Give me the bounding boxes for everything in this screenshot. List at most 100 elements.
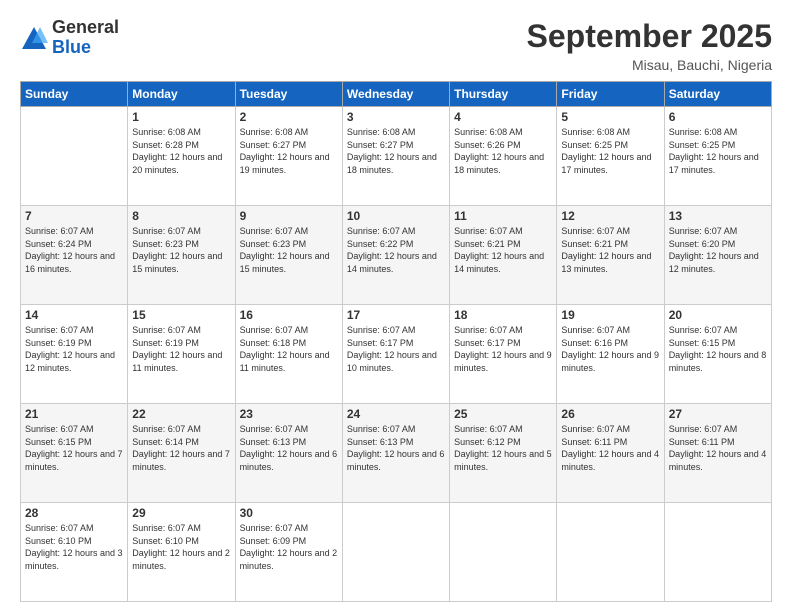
day-info: Sunrise: 6:07 AMSunset: 6:23 PMDaylight:… [240, 225, 338, 275]
table-row: 8 Sunrise: 6:07 AMSunset: 6:23 PMDayligh… [128, 206, 235, 305]
table-row: 26 Sunrise: 6:07 AMSunset: 6:11 PMDaylig… [557, 404, 664, 503]
day-number: 22 [132, 407, 230, 421]
day-number: 2 [240, 110, 338, 124]
table-row: 25 Sunrise: 6:07 AMSunset: 6:12 PMDaylig… [450, 404, 557, 503]
title-block: September 2025 Misau, Bauchi, Nigeria [527, 18, 772, 73]
day-number: 6 [669, 110, 767, 124]
calendar-row: 1 Sunrise: 6:08 AMSunset: 6:28 PMDayligh… [21, 107, 772, 206]
day-info: Sunrise: 6:07 AMSunset: 6:14 PMDaylight:… [132, 423, 230, 473]
table-row [450, 503, 557, 602]
day-number: 17 [347, 308, 445, 322]
day-info: Sunrise: 6:07 AMSunset: 6:13 PMDaylight:… [347, 423, 445, 473]
month-title: September 2025 [527, 18, 772, 55]
table-row: 20 Sunrise: 6:07 AMSunset: 6:15 PMDaylig… [664, 305, 771, 404]
day-number: 12 [561, 209, 659, 223]
col-wednesday: Wednesday [342, 82, 449, 107]
day-number: 24 [347, 407, 445, 421]
day-info: Sunrise: 6:07 AMSunset: 6:16 PMDaylight:… [561, 324, 659, 374]
day-number: 7 [25, 209, 123, 223]
day-info: Sunrise: 6:08 AMSunset: 6:27 PMDaylight:… [240, 126, 338, 176]
table-row: 22 Sunrise: 6:07 AMSunset: 6:14 PMDaylig… [128, 404, 235, 503]
day-number: 25 [454, 407, 552, 421]
col-friday: Friday [557, 82, 664, 107]
calendar-header-row: Sunday Monday Tuesday Wednesday Thursday… [21, 82, 772, 107]
table-row: 16 Sunrise: 6:07 AMSunset: 6:18 PMDaylig… [235, 305, 342, 404]
day-number: 9 [240, 209, 338, 223]
table-row: 18 Sunrise: 6:07 AMSunset: 6:17 PMDaylig… [450, 305, 557, 404]
day-number: 15 [132, 308, 230, 322]
day-number: 21 [25, 407, 123, 421]
table-row: 3 Sunrise: 6:08 AMSunset: 6:27 PMDayligh… [342, 107, 449, 206]
day-info: Sunrise: 6:07 AMSunset: 6:19 PMDaylight:… [132, 324, 230, 374]
table-row: 23 Sunrise: 6:07 AMSunset: 6:13 PMDaylig… [235, 404, 342, 503]
logo-text: General Blue [52, 18, 119, 58]
table-row: 5 Sunrise: 6:08 AMSunset: 6:25 PMDayligh… [557, 107, 664, 206]
day-number: 3 [347, 110, 445, 124]
day-number: 10 [347, 209, 445, 223]
day-info: Sunrise: 6:08 AMSunset: 6:27 PMDaylight:… [347, 126, 445, 176]
day-number: 20 [669, 308, 767, 322]
day-info: Sunrise: 6:07 AMSunset: 6:13 PMDaylight:… [240, 423, 338, 473]
table-row: 4 Sunrise: 6:08 AMSunset: 6:26 PMDayligh… [450, 107, 557, 206]
table-row: 15 Sunrise: 6:07 AMSunset: 6:19 PMDaylig… [128, 305, 235, 404]
day-info: Sunrise: 6:08 AMSunset: 6:25 PMDaylight:… [669, 126, 767, 176]
table-row: 13 Sunrise: 6:07 AMSunset: 6:20 PMDaylig… [664, 206, 771, 305]
day-info: Sunrise: 6:07 AMSunset: 6:15 PMDaylight:… [669, 324, 767, 374]
logo-icon [20, 25, 48, 53]
col-tuesday: Tuesday [235, 82, 342, 107]
calendar: Sunday Monday Tuesday Wednesday Thursday… [20, 81, 772, 602]
table-row: 12 Sunrise: 6:07 AMSunset: 6:21 PMDaylig… [557, 206, 664, 305]
table-row: 1 Sunrise: 6:08 AMSunset: 6:28 PMDayligh… [128, 107, 235, 206]
table-row [21, 107, 128, 206]
table-row [557, 503, 664, 602]
table-row [342, 503, 449, 602]
day-info: Sunrise: 6:07 AMSunset: 6:23 PMDaylight:… [132, 225, 230, 275]
day-number: 16 [240, 308, 338, 322]
day-info: Sunrise: 6:07 AMSunset: 6:11 PMDaylight:… [561, 423, 659, 473]
calendar-row: 21 Sunrise: 6:07 AMSunset: 6:15 PMDaylig… [21, 404, 772, 503]
day-number: 4 [454, 110, 552, 124]
table-row: 21 Sunrise: 6:07 AMSunset: 6:15 PMDaylig… [21, 404, 128, 503]
table-row: 27 Sunrise: 6:07 AMSunset: 6:11 PMDaylig… [664, 404, 771, 503]
day-number: 27 [669, 407, 767, 421]
col-sunday: Sunday [21, 82, 128, 107]
day-info: Sunrise: 6:07 AMSunset: 6:17 PMDaylight:… [347, 324, 445, 374]
day-number: 30 [240, 506, 338, 520]
logo: General Blue [20, 18, 119, 58]
col-saturday: Saturday [664, 82, 771, 107]
table-row: 14 Sunrise: 6:07 AMSunset: 6:19 PMDaylig… [21, 305, 128, 404]
day-info: Sunrise: 6:07 AMSunset: 6:20 PMDaylight:… [669, 225, 767, 275]
table-row: 11 Sunrise: 6:07 AMSunset: 6:21 PMDaylig… [450, 206, 557, 305]
day-info: Sunrise: 6:07 AMSunset: 6:11 PMDaylight:… [669, 423, 767, 473]
day-info: Sunrise: 6:07 AMSunset: 6:17 PMDaylight:… [454, 324, 552, 374]
calendar-row: 7 Sunrise: 6:07 AMSunset: 6:24 PMDayligh… [21, 206, 772, 305]
col-thursday: Thursday [450, 82, 557, 107]
day-number: 19 [561, 308, 659, 322]
day-info: Sunrise: 6:07 AMSunset: 6:10 PMDaylight:… [25, 522, 123, 572]
day-info: Sunrise: 6:07 AMSunset: 6:10 PMDaylight:… [132, 522, 230, 572]
day-info: Sunrise: 6:08 AMSunset: 6:26 PMDaylight:… [454, 126, 552, 176]
table-row: 28 Sunrise: 6:07 AMSunset: 6:10 PMDaylig… [21, 503, 128, 602]
day-number: 18 [454, 308, 552, 322]
logo-general-text: General [52, 18, 119, 38]
day-number: 14 [25, 308, 123, 322]
day-info: Sunrise: 6:07 AMSunset: 6:12 PMDaylight:… [454, 423, 552, 473]
table-row: 19 Sunrise: 6:07 AMSunset: 6:16 PMDaylig… [557, 305, 664, 404]
day-info: Sunrise: 6:08 AMSunset: 6:25 PMDaylight:… [561, 126, 659, 176]
day-number: 13 [669, 209, 767, 223]
logo-blue-text: Blue [52, 38, 119, 58]
day-number: 29 [132, 506, 230, 520]
day-info: Sunrise: 6:07 AMSunset: 6:21 PMDaylight:… [454, 225, 552, 275]
day-number: 5 [561, 110, 659, 124]
day-info: Sunrise: 6:07 AMSunset: 6:09 PMDaylight:… [240, 522, 338, 572]
table-row: 2 Sunrise: 6:08 AMSunset: 6:27 PMDayligh… [235, 107, 342, 206]
col-monday: Monday [128, 82, 235, 107]
table-row: 24 Sunrise: 6:07 AMSunset: 6:13 PMDaylig… [342, 404, 449, 503]
header: General Blue September 2025 Misau, Bauch… [20, 18, 772, 73]
table-row: 6 Sunrise: 6:08 AMSunset: 6:25 PMDayligh… [664, 107, 771, 206]
table-row: 9 Sunrise: 6:07 AMSunset: 6:23 PMDayligh… [235, 206, 342, 305]
calendar-row: 28 Sunrise: 6:07 AMSunset: 6:10 PMDaylig… [21, 503, 772, 602]
day-info: Sunrise: 6:07 AMSunset: 6:24 PMDaylight:… [25, 225, 123, 275]
table-row: 30 Sunrise: 6:07 AMSunset: 6:09 PMDaylig… [235, 503, 342, 602]
day-number: 8 [132, 209, 230, 223]
